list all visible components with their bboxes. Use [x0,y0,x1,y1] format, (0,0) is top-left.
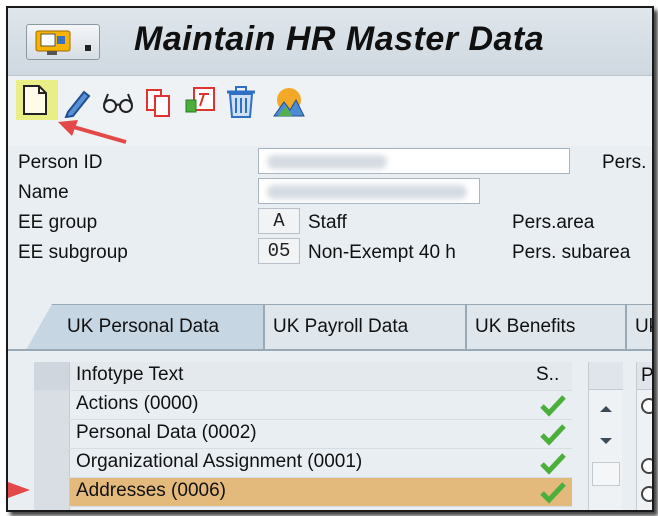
redacted-value [267,185,467,199]
copy-icon[interactable] [144,86,174,118]
scroll-thumb[interactable] [592,462,620,486]
display-icon[interactable] [100,86,136,118]
tab-divider [8,349,652,351]
check-icon [540,424,566,446]
tab-uk-more[interactable]: Uk [626,304,652,350]
window-title: Maintain HR Master Data [134,20,545,58]
annotation-arrow [8,482,30,498]
change-icon[interactable] [62,86,92,118]
radio-button[interactable] [641,398,652,414]
row-selector[interactable] [34,420,70,448]
scrollbar-header [589,362,623,390]
infotype-text: Addresses (0006) [76,480,226,501]
pers-label: Pers. [602,152,647,173]
pers-subarea-label: Pers. subarea [512,242,631,263]
select-all-cell[interactable] [34,362,70,390]
ee-group-label: EE group [18,212,98,233]
col-header-infotype-text: Infotype Text [76,364,184,385]
ee-subgroup-label: EE subgroup [18,242,128,263]
tab-label: UK Benefits [475,316,576,337]
table-row [34,507,572,510]
delete-icon[interactable] [224,86,258,118]
app-menu-icon [35,30,71,55]
tab-uk-personal-data[interactable]: UK Personal Data [26,304,264,350]
tab-strip: UK Personal Data UK Payroll Data UK Bene… [8,304,652,350]
table-header-row: Infotype Text S.. [34,362,572,391]
infotype-text: Actions (0000) [76,393,199,414]
table-row[interactable]: Organizational Assignment (0001) [34,449,572,478]
row-selector[interactable] [34,478,70,506]
title-bar: Maintain HR Master Data [8,8,652,76]
overview-icon[interactable] [272,86,306,118]
redacted-value [267,155,387,169]
radio-button[interactable] [641,458,652,474]
ee-subgroup-code: 05 [258,238,300,264]
row-selector[interactable] [34,507,70,510]
row-selector[interactable] [34,449,70,477]
right-panel-header-label: P [641,365,654,386]
table-row[interactable]: Actions (0000) [34,391,572,420]
infotype-text: Organizational Assignment (0001) [76,451,363,472]
row-selector[interactable] [34,391,70,419]
annotation-arrow [58,120,127,144]
tab-label: Uk [635,316,652,337]
name-label: Name [18,182,69,203]
check-icon [540,482,566,504]
pers-area-label: Pers.area [512,212,595,233]
table-scrollbar[interactable] [588,362,623,510]
dropdown-corner-icon [85,45,91,51]
delimit-icon[interactable] [184,86,218,118]
table-row-selected[interactable]: Addresses (0006) [34,478,572,507]
right-panel-header: P [637,362,654,390]
tab-uk-payroll-data[interactable]: UK Payroll Data [264,304,466,350]
col-header-status: S.. [536,364,560,385]
radio-button[interactable] [641,486,652,502]
person-id-field[interactable] [258,148,570,174]
tab-label: UK Personal Data [67,316,220,337]
infotype-text: Personal Data (0002) [76,422,257,443]
app-menu-button[interactable] [26,24,100,60]
person-id-label: Person ID [18,152,103,173]
scroll-down-icon[interactable] [591,428,621,454]
tab-uk-benefits[interactable]: UK Benefits [466,304,626,350]
check-icon [540,395,566,417]
tab-label: UK Payroll Data [273,316,409,337]
create-icon[interactable] [22,84,48,116]
ee-group-text: Staff [308,212,347,233]
right-panel: P [636,362,654,510]
ee-subgroup-text: Non-Exempt 40 h [308,242,456,263]
check-icon [540,453,566,475]
sap-window: Maintain HR Master Data Person ID Pers. … [6,6,654,512]
name-field[interactable] [258,178,480,204]
scroll-up-icon[interactable] [591,396,621,422]
table-row[interactable]: Personal Data (0002) [34,420,572,449]
ee-group-code: A [258,208,300,234]
